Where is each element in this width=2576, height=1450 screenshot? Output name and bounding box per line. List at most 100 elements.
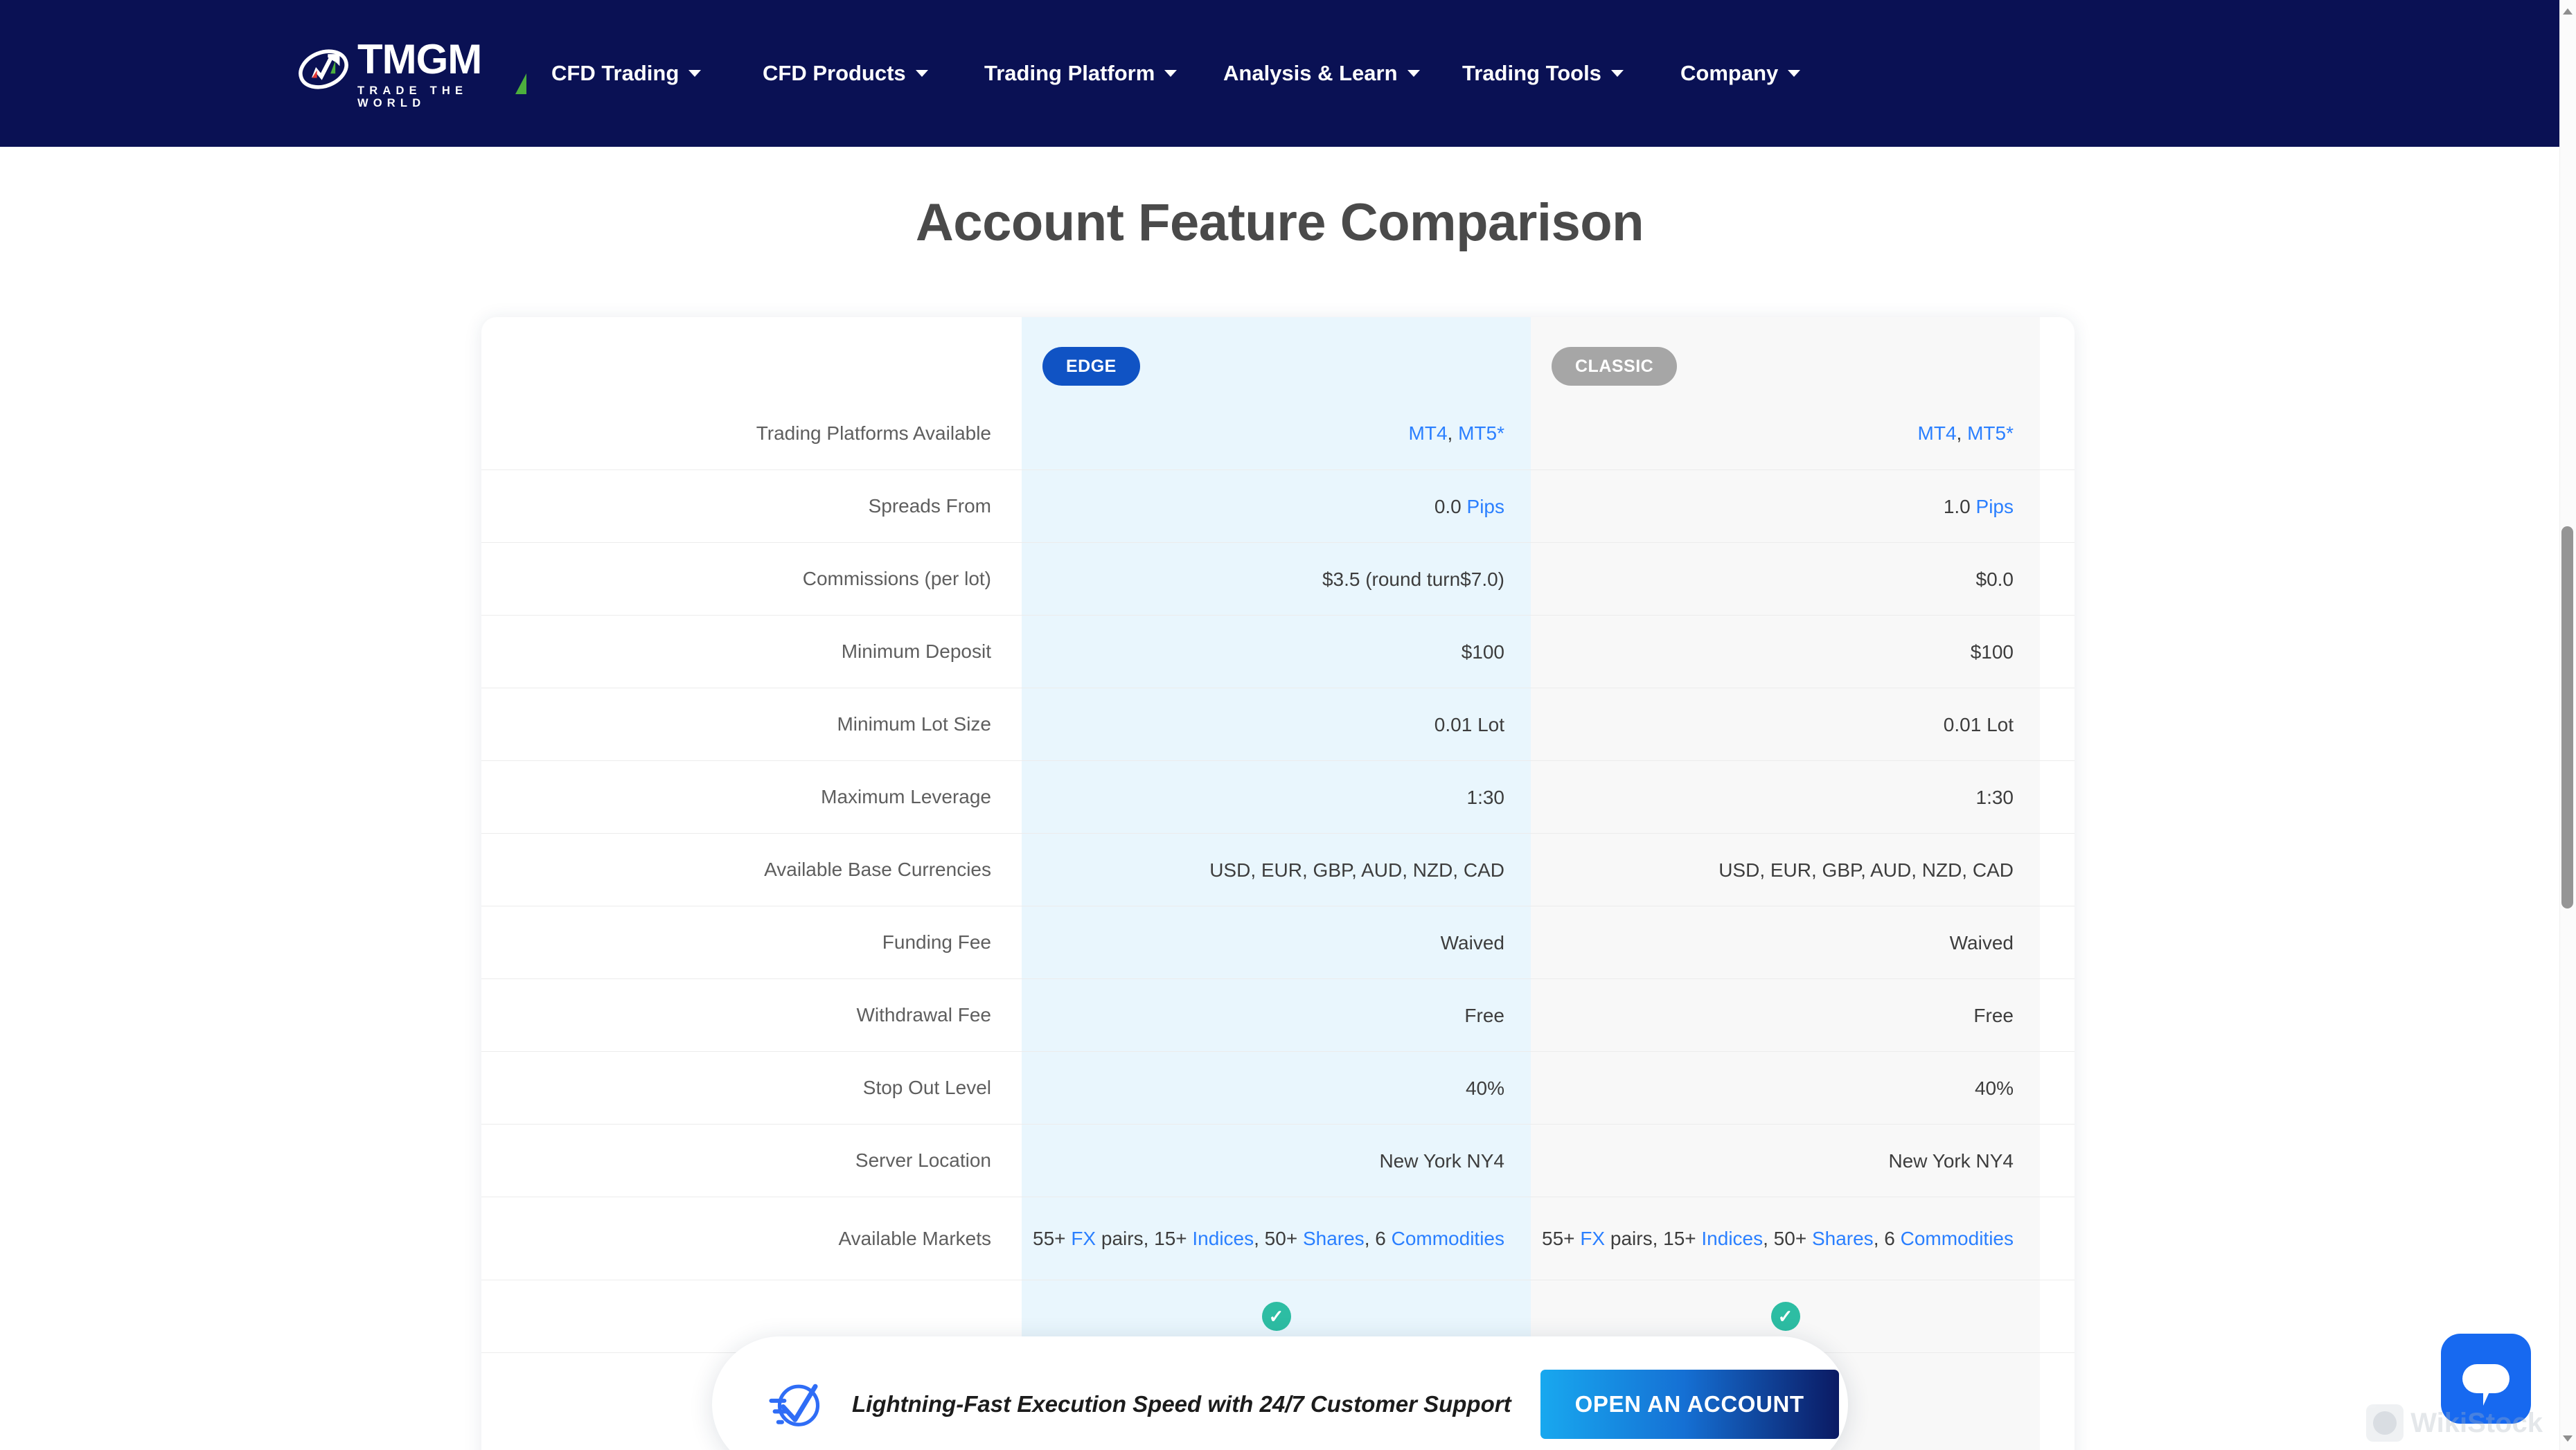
inline-text: Free xyxy=(1464,1004,1504,1026)
chevron-down-icon xyxy=(915,70,928,77)
check-circle-icon: ✓ xyxy=(1770,1302,1800,1331)
table-rows-host: Trading Platforms Available MT4, MT5* MT4,… xyxy=(481,397,2075,1425)
nav-item-analysis-and-learn[interactable]: Analysis & Learn xyxy=(1223,61,1462,86)
chat-bubble-icon xyxy=(2462,1364,2510,1406)
chat-widget-button[interactable] xyxy=(2441,1334,2531,1424)
table-row: Trading Platforms Available MT4, MT5* MT4,… xyxy=(481,397,2075,469)
inline-text: 1.0 xyxy=(1943,495,1976,517)
inline-link[interactable]: Shares xyxy=(1812,1228,1874,1249)
nav-item-label: Analysis & Learn xyxy=(1223,61,1398,85)
chevron-down-icon xyxy=(1610,70,1624,77)
site-logo[interactable]: TMGM TRADE THE WORLD xyxy=(296,35,526,109)
scroll-up-arrow-icon[interactable] xyxy=(2563,8,2573,15)
inline-link[interactable]: MT5* xyxy=(1458,422,1504,444)
edge-cell: 1:30 xyxy=(1022,785,1531,810)
logo-wordmark: TMGM xyxy=(357,35,482,82)
classic-cell: 1:30 xyxy=(1531,785,2040,810)
table-row: Stop Out Level 40% 40% xyxy=(481,1051,2075,1124)
inline-text: 55+ xyxy=(1542,1228,1581,1249)
top-navigation-bar: TMGM TRADE THE WORLD CFD Trading CFD Pro… xyxy=(0,0,2559,147)
table-row: Funding Fee Waived Waived xyxy=(481,906,2075,978)
inline-link[interactable]: Commodities xyxy=(1392,1228,1504,1249)
inline-text: 1:30 xyxy=(1975,786,2014,808)
table-row: Minimum Deposit $100 $100 xyxy=(481,615,2075,688)
nav-items: CFD Trading CFD Products Trading Platfor… xyxy=(551,61,1801,86)
inline-text: , 50+ xyxy=(1763,1228,1812,1249)
table-row: Maximum Leverage 1:30 1:30 xyxy=(481,760,2075,833)
inline-text: USD, EUR, GBP, AUD, NZD, CAD xyxy=(1209,859,1504,881)
nav-item-trading-platform[interactable]: Trading Platform xyxy=(984,61,1223,86)
edge-cell: 0.01 Lot xyxy=(1022,712,1531,737)
row-label: Server Location xyxy=(855,1149,991,1171)
inline-text: New York NY4 xyxy=(1379,1149,1504,1172)
nav-item-cfd-trading[interactable]: CFD Trading xyxy=(551,61,763,86)
inline-link[interactable]: Pips xyxy=(1467,496,1504,517)
inline-link[interactable]: Commodities xyxy=(1901,1228,2014,1249)
column-badge-classic[interactable]: CLASSIC xyxy=(1552,347,1678,386)
nav-item-label: Trading Platform xyxy=(984,61,1155,85)
check-circle-icon: ✓ xyxy=(1261,1302,1291,1331)
scroll-down-arrow-icon[interactable] xyxy=(2563,1435,2573,1442)
edge-cell: Free xyxy=(1022,1003,1531,1028)
table-row: Commissions (per lot) $3.5 (round turn$7.… xyxy=(481,542,2075,615)
column-badge-edge[interactable]: EDGE xyxy=(1042,347,1140,386)
fast-execution-check-icon xyxy=(769,1375,828,1434)
inline-link[interactable]: FX xyxy=(1071,1228,1096,1249)
inline-link[interactable]: MT5* xyxy=(1967,422,2014,444)
vertical-scrollbar-thumb[interactable] xyxy=(2561,526,2573,909)
table-row: Spreads From 0.0 Pips 1.0 Pips xyxy=(481,469,2075,542)
row-label: Stop Out Level xyxy=(862,1077,991,1098)
classic-cell: Waived xyxy=(1531,930,2040,956)
promo-banner: Lightning-Fast Execution Speed with 24/7… xyxy=(712,1336,1848,1450)
classic-cell: $0.0 xyxy=(1531,566,2040,592)
inline-text: 40% xyxy=(1974,1077,2014,1099)
row-label: Maximum Leverage xyxy=(821,786,991,807)
table-row: Withdrawal Fee Free Free xyxy=(481,978,2075,1051)
inline-text: $100 xyxy=(1970,641,2014,663)
edge-cell: ✓ xyxy=(1022,1302,1531,1331)
inline-text: $0.0 xyxy=(1975,568,2014,590)
nav-item-cfd-products[interactable]: CFD Products xyxy=(763,61,984,86)
inline-link[interactable]: Indices xyxy=(1701,1228,1763,1249)
inline-link[interactable]: Pips xyxy=(1976,496,2014,517)
classic-cell: 1.0 Pips xyxy=(1531,494,2040,519)
open-an-account-button[interactable]: OPEN AN ACCOUNT xyxy=(1540,1370,1839,1439)
table-row: Server Location New York NY4 New York NY4 xyxy=(481,1124,2075,1197)
nav-item-label: Company xyxy=(1680,61,1779,85)
inline-text: 1:30 xyxy=(1466,786,1505,808)
inline-text: 0.01 Lot xyxy=(1434,713,1504,735)
inline-link[interactable]: FX xyxy=(1580,1228,1605,1249)
chevron-down-icon xyxy=(1164,70,1178,77)
row-label: Available Markets xyxy=(838,1227,991,1249)
classic-cell: 40% xyxy=(1531,1075,2040,1101)
page-title: Account Feature Comparison xyxy=(915,193,1644,252)
page-root: TMGM TRADE THE WORLD CFD Trading CFD Pro… xyxy=(0,0,2576,1450)
inline-text: pairs, 15+ xyxy=(1096,1228,1193,1249)
table-row: Available Base Currencies USD, EUR, GBP, … xyxy=(481,833,2075,906)
edge-cell: New York NY4 xyxy=(1022,1148,1531,1174)
logo-accent-triangle-icon xyxy=(515,73,526,94)
nav-item-label: CFD Trading xyxy=(551,61,679,85)
edge-cell: $100 xyxy=(1022,639,1531,665)
inline-link[interactable]: Indices xyxy=(1192,1228,1254,1249)
inline-link[interactable]: MT4 xyxy=(1918,422,1957,444)
edge-cell: $3.5 (round turn$7.0) xyxy=(1022,566,1531,592)
inline-text: Free xyxy=(1973,1004,2014,1026)
classic-cell: 55+ FX pairs, 15+ Indices, 50+ Shares, 6… xyxy=(1531,1226,2040,1251)
edge-cell: 0.0 Pips xyxy=(1022,494,1531,519)
classic-cell: Free xyxy=(1531,1003,2040,1028)
tmgm-arrow-chart-logo-icon xyxy=(296,42,350,96)
watermark-logo-icon xyxy=(2366,1404,2404,1442)
inline-text: , xyxy=(1956,422,1968,444)
comparison-card: EDGE CLASSIC Trading Platforms Available… xyxy=(481,317,2075,1450)
inline-link[interactable]: MT4 xyxy=(1409,422,1448,444)
inline-text: $100 xyxy=(1461,641,1504,663)
inline-link[interactable]: Shares xyxy=(1303,1228,1365,1249)
nav-item-trading-tools[interactable]: Trading Tools xyxy=(1462,61,1680,86)
nav-item-company[interactable]: Company xyxy=(1680,61,1801,86)
inline-text: , 6 xyxy=(1364,1228,1392,1249)
nav-item-label: CFD Products xyxy=(763,61,906,85)
promo-banner-message: Lightning-Fast Execution Speed with 24/7… xyxy=(852,1391,1511,1417)
nav-item-label: Trading Tools xyxy=(1462,61,1601,85)
table-header-row: EDGE CLASSIC xyxy=(481,317,2075,397)
